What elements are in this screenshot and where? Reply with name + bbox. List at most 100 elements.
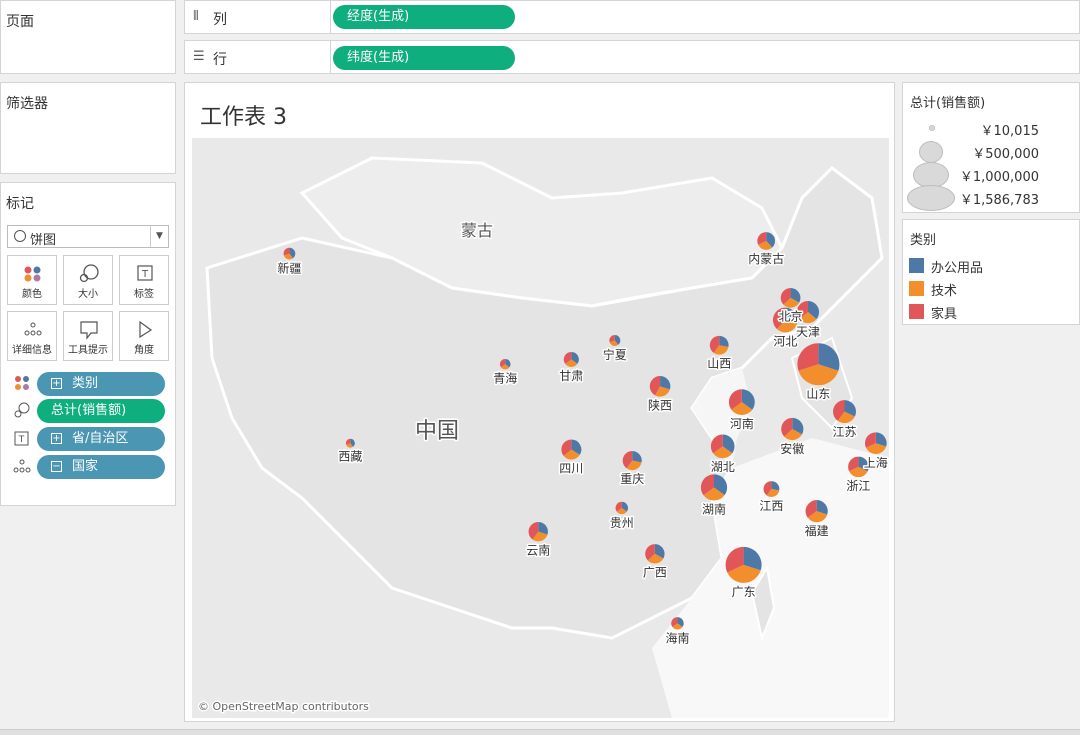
province-label: 重庆 [620,472,644,486]
pie-15[interactable] [833,400,856,424]
pie-13[interactable] [797,343,840,386]
pie-28[interactable] [645,544,665,564]
size-button[interactable]: 大小 [63,255,113,305]
detail-button-label: 详细信息 [12,345,52,356]
size-legend-title: 总计(销售额) [910,96,986,111]
detail-icon [24,322,42,336]
pie-14[interactable] [728,389,755,416]
swatch-office [909,258,924,273]
pie-27[interactable] [528,521,548,542]
pie-2[interactable] [283,247,296,260]
province-label: 甘肃 [559,369,583,383]
shelf-divider [330,1,331,33]
province-label: 北京 [779,310,803,324]
pie-26[interactable] [615,501,628,515]
pie-21[interactable] [710,434,735,459]
province-label: 海南 [665,631,689,646]
swatch-tech [909,281,924,296]
pie-23[interactable] [700,474,728,501]
mongolia-label: 蒙古 [461,221,493,240]
status-bar [0,729,1080,735]
mark-type-label: 饼图 [30,233,57,248]
province-label: 青海 [493,370,517,385]
pie-29[interactable] [725,546,762,583]
color-icon [15,376,29,390]
expand-icon: + [51,378,62,389]
pie-16[interactable] [781,417,804,441]
swatch-furniture [909,304,924,319]
province-label: 湖北 [711,459,735,474]
color-icon [24,266,41,282]
pie-30[interactable] [671,617,684,630]
color-legend-title: 类别 [910,233,937,248]
columns-label: 列 [213,12,227,28]
pie-5[interactable] [780,287,801,308]
color-button-label: 颜色 [22,289,42,300]
pie-8[interactable] [563,351,579,367]
map-view[interactable]: 蒙古 中国 黑龙江内蒙古新疆吉林辽宁北京天津河北甘肃宁夏青海山西陕西山东河南江苏… [192,138,889,718]
columns-shelf[interactable]: ⦀ 列 经度(生成) [184,0,1080,34]
province-pill[interactable]: + 省/自治区 [37,427,165,451]
latitude-pill[interactable]: 纬度(生成) [333,46,515,70]
province-label: 安徽 [780,441,804,456]
shelf-divider [330,41,331,73]
label-icon: T [14,431,29,446]
pie-20[interactable] [622,451,642,471]
province-label: 湖南 [702,502,726,517]
filters-title: 筛选器 [6,96,48,112]
filters-panel[interactable]: 筛选器 [0,82,176,174]
svg-text:T: T [141,269,149,280]
province-label: 贵州 [610,516,634,530]
sales-total-pill[interactable]: 总计(销售额) [37,399,165,423]
angle-button[interactable]: 角度 [119,311,169,361]
pie-12[interactable] [649,376,671,397]
rows-label: 行 [213,52,227,68]
province-label: 山西 [707,357,731,371]
province-label: 广西 [643,566,667,580]
size-legend-item: ￥1,000,000 [959,170,1039,185]
province-label: 广东 [732,585,756,599]
province-label: 天津 [796,325,820,339]
tooltip-button-label: 工具提示 [68,345,108,356]
chevron-down-icon: ▼ [150,226,168,247]
country-pill[interactable]: − 国家 [37,455,165,479]
pie-18[interactable] [345,438,355,448]
pages-title: 页面 [6,14,34,30]
worksheet-view: 工作表 3 蒙古 中国 黑龙江内蒙古新疆吉林辽宁北京天津河北甘肃宁夏青海山西陕西… [184,82,895,722]
pie-9[interactable] [609,335,621,346]
tooltip-button[interactable]: 工具提示 [63,311,113,361]
rows-icon: ☰ [193,49,205,64]
province-label: 江西 [759,499,783,513]
pie-25[interactable] [805,500,828,523]
province-label: 江苏 [832,425,856,439]
pie-10[interactable] [499,358,511,370]
detail-button[interactable]: 详细信息 [7,311,57,361]
size-button-label: 大小 [78,289,98,300]
marks-card: 标记 饼图 ▼ 颜色 大小 T 标签 详细信息 工具提示 角度 + 类别 总计(… [0,182,176,506]
tooltip-icon [80,321,98,340]
size-legend-item: ￥1,586,783 [959,193,1039,208]
marks-title: 标记 [6,196,34,212]
province-label: 四川 [559,462,583,476]
pages-panel[interactable]: 页面 [0,0,176,74]
color-button[interactable]: 颜色 [7,255,57,305]
pie-19[interactable] [561,439,582,460]
label-button[interactable]: T 标签 [119,255,169,305]
china-label: 中国 [415,419,459,444]
pie-24[interactable] [763,481,780,497]
pie-1[interactable] [757,232,776,250]
size-legend-item: ￥10,015 [980,124,1040,139]
longitude-pill[interactable]: 经度(生成) [333,5,515,29]
angle-button-label: 角度 [134,345,154,356]
pie-11[interactable] [709,335,729,355]
label-button-label: 标签 [134,289,154,300]
rows-shelf[interactable]: ☰ 行 纬度(生成) [184,40,1080,74]
pie-17[interactable] [864,432,887,455]
size-legend[interactable]: 总计(销售额) ￥10,015 ￥500,000 ￥1,000,000 ￥1,5… [902,82,1080,213]
label-icon: T [137,265,153,281]
worksheet-title: 工作表 3 [200,105,287,130]
category-pill[interactable]: + 类别 [37,372,165,396]
province-label: 浙江 [846,479,870,493]
mark-type-dropdown[interactable]: 饼图 ▼ [7,225,169,248]
color-legend[interactable]: 类别 办公用品 技术 家具 [902,219,1080,325]
